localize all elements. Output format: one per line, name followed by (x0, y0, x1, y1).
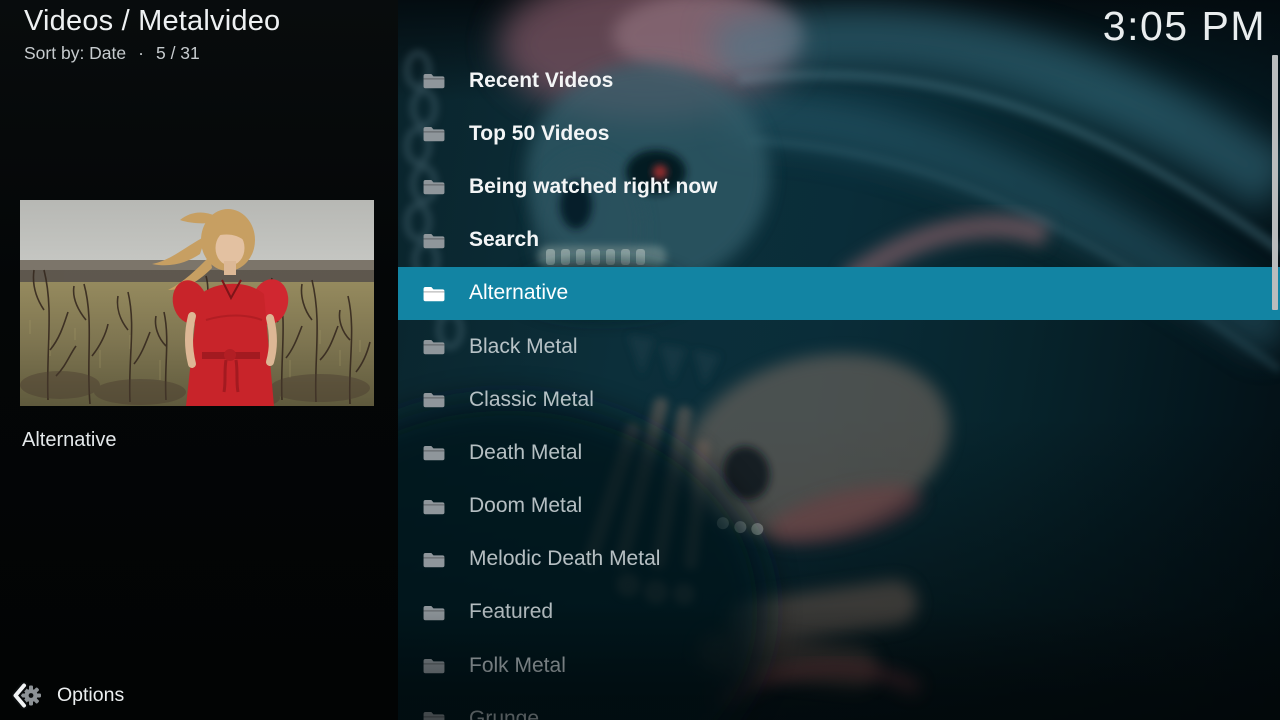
list-item[interactable]: Featured (398, 586, 1280, 639)
list-item-label: Alternative (469, 281, 568, 305)
list-item-label: Featured (469, 600, 553, 624)
folder-icon (422, 656, 446, 676)
list-item[interactable]: Black Metal (398, 320, 1280, 373)
list-item-label: Death Metal (469, 441, 582, 465)
folder-icon (422, 283, 446, 303)
kodi-options-icon (12, 682, 42, 709)
clock: 3:05 PM (1103, 3, 1266, 50)
list-item-label: Recent Videos (469, 69, 613, 93)
list-item[interactable]: Melodic Death Metal (398, 533, 1280, 586)
list-item[interactable]: Doom Metal (398, 480, 1280, 533)
separator-dot: · (138, 43, 144, 64)
options-label: Options (57, 684, 124, 707)
sort-by-label[interactable]: Sort by: Date (24, 43, 126, 64)
list-item[interactable]: Folk Metal (398, 639, 1280, 692)
folder-icon (422, 602, 446, 622)
thumbnail-scene (20, 200, 374, 406)
list-item[interactable]: Death Metal (398, 426, 1280, 479)
folder-icon (422, 709, 446, 720)
page-title: Videos / Metalvideo (24, 5, 280, 38)
list-item[interactable]: Top 50 Videos (398, 107, 1280, 160)
list-item[interactable]: Grunge (398, 692, 1280, 720)
folder-icon (422, 230, 446, 250)
thumbnail-label: Alternative (22, 429, 117, 452)
header: Videos / Metalvideo Sort by: Date · 5 / … (24, 5, 280, 64)
sort-info: Sort by: Date · 5 / 31 (24, 43, 280, 64)
list-item-label: Search (469, 228, 539, 252)
scrollbar-thumb[interactable] (1272, 55, 1278, 310)
list-item-label: Black Metal (469, 335, 578, 359)
list-item[interactable]: Search (398, 214, 1280, 267)
folder-icon (422, 71, 446, 91)
list-item-label: Top 50 Videos (469, 122, 609, 146)
video-thumbnail (20, 200, 374, 406)
list-item[interactable]: Alternative (398, 267, 1280, 320)
list-item-label: Folk Metal (469, 654, 566, 678)
folder-icon (422, 337, 446, 357)
folder-icon (422, 124, 446, 144)
options-button[interactable]: Options (12, 682, 124, 709)
folder-icon (422, 549, 446, 569)
list-item[interactable]: Recent Videos (398, 54, 1280, 107)
list-item[interactable]: Classic Metal (398, 373, 1280, 426)
list-item-label: Grunge (469, 707, 539, 720)
position-indicator: 5 / 31 (156, 43, 200, 64)
list-item-label: Classic Metal (469, 388, 594, 412)
folder-icon (422, 390, 446, 410)
folder-icon (422, 177, 446, 197)
folder-icon (422, 443, 446, 463)
list-item[interactable]: Being watched right now (398, 160, 1280, 213)
media-list: Recent Videos Top 50 Videos Being watche… (398, 54, 1280, 720)
folder-icon (422, 496, 446, 516)
list-item-label: Being watched right now (469, 175, 718, 199)
list-item-label: Doom Metal (469, 494, 582, 518)
list-item-label: Melodic Death Metal (469, 547, 660, 571)
kodi-screen: Videos / Metalvideo Sort by: Date · 5 / … (0, 0, 1280, 720)
